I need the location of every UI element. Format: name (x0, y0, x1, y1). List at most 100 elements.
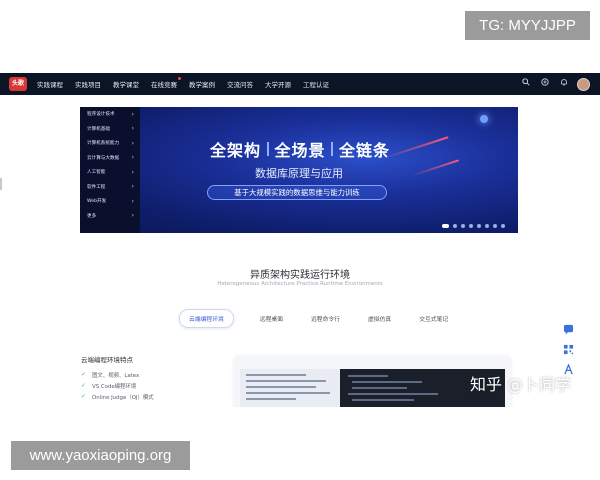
headline-divider (266, 142, 269, 156)
nav-label: 工程认证 (303, 81, 329, 89)
watermark-top: TG: MYYJJPP (465, 11, 590, 40)
category-item[interactable]: 更多 › (80, 209, 140, 224)
carousel-dot[interactable] (442, 224, 449, 228)
nav-label: 实践项目 (75, 81, 101, 89)
carousel-dot[interactable] (493, 224, 497, 228)
feature-label: VS Code编程环境 (92, 383, 137, 390)
code-line (352, 381, 422, 383)
category-item[interactable]: 软件工程 › (80, 180, 140, 195)
nav-item-practice-projects[interactable]: 实践项目 (75, 79, 101, 89)
nav-item-competition[interactable]: 在线竞赛 (151, 77, 181, 89)
tab-notebook[interactable]: 交互式笔记 (419, 314, 448, 323)
nav-item-cases[interactable]: 教学案例 (189, 79, 215, 89)
nav-label: 教学案例 (189, 81, 215, 89)
banner-subtitle: 数据库原理与应用 (255, 167, 343, 180)
scroll-indicator (0, 178, 2, 190)
category-item[interactable]: 计算机系统能力 › (80, 136, 140, 151)
carousel-dot[interactable] (477, 224, 481, 228)
top-navbar: 头歌 实践课程 实践项目 教学课堂 在线竞赛 教学案例 交流问答 大学开源 工程… (0, 73, 600, 95)
nav-item-classroom[interactable]: 教学课堂 (113, 79, 139, 89)
nav-actions (514, 77, 590, 91)
qrcode-icon[interactable] (561, 344, 575, 358)
banner-tagline: 基于大规模实践的数据思维与能力训练 (207, 185, 387, 200)
category-label: 程序设计技术 (87, 112, 115, 118)
feature-label: Online Judge（OJ）模式 (92, 394, 154, 401)
text-line (246, 392, 330, 394)
nav-label: 在线竞赛 (151, 81, 177, 89)
headline-part: 全场景 (274, 141, 326, 160)
new-badge (178, 77, 181, 80)
chevron-right-icon: › (131, 139, 134, 147)
chevron-right-icon: › (131, 154, 134, 162)
ide-screenshot (240, 369, 505, 407)
tab-cloud-ide[interactable]: 云端编程环境 (179, 309, 234, 328)
tab-remote-cli[interactable]: 远程命令行 (311, 314, 340, 323)
section-title: 异质架构实践运行环境 (250, 270, 350, 281)
text-line (246, 380, 326, 382)
text-line (246, 398, 296, 400)
avatar[interactable] (577, 77, 590, 91)
feature-label: 图文、视频、Latex (92, 372, 140, 379)
category-label: 计算机系统能力 (87, 141, 120, 147)
text-line (246, 374, 306, 376)
category-label: 计算机基础 (87, 126, 110, 132)
category-item[interactable]: 计算机基础 › (80, 122, 140, 137)
carousel-dot[interactable] (469, 224, 473, 228)
carousel-dot[interactable] (485, 224, 489, 228)
carousel-dot[interactable] (501, 224, 505, 228)
chevron-right-icon: › (131, 183, 134, 191)
nav-item-certification[interactable]: 工程认证 (303, 79, 329, 89)
nav-item-qa[interactable]: 交流问答 (227, 79, 253, 89)
watermark-bottom: www.yaoxiaoping.org (11, 441, 190, 470)
nav-label: 教学课堂 (113, 81, 139, 89)
carousel-dot[interactable] (453, 224, 457, 228)
category-item[interactable]: Web开发 › (80, 194, 140, 209)
carousel-dot[interactable] (461, 224, 465, 228)
category-item[interactable]: 云计算与大数据 › (80, 151, 140, 166)
check-icon: ✓ (81, 371, 87, 378)
code-line (352, 387, 407, 389)
text-line (246, 386, 316, 388)
feature-item: ✓ Online Judge（OJ）模式 (81, 391, 154, 402)
tab-remote-desktop[interactable]: 远程桌面 (260, 314, 283, 323)
check-icon: ✓ (81, 382, 87, 389)
search-icon[interactable] (519, 77, 533, 91)
category-item[interactable]: 程序设计技术 › (80, 107, 140, 122)
environment-tabs: 云端编程环境 远程桌面 远程命令行 虚拟仿真 交互式笔记 (179, 309, 476, 328)
screenshot: 头歌 实践课程 实践项目 教学课堂 在线竞赛 教学案例 交流问答 大学开源 工程… (0, 73, 600, 407)
category-label: 软件工程 (87, 184, 106, 190)
nav-menu: 实践课程 实践项目 教学课堂 在线竞赛 教学案例 交流问答 大学开源 工程认证 (37, 77, 341, 89)
feature-item: ✓ VS Code编程环境 (81, 380, 154, 391)
nav-label: 交流问答 (227, 81, 253, 89)
site-logo[interactable]: 头歌 (9, 77, 27, 91)
nav-label: 大学开源 (265, 81, 291, 89)
nav-item-practice-courses[interactable]: 实践课程 (37, 79, 63, 89)
section-subtitle: Heterogeneous Architecture Practice Runt… (217, 281, 383, 287)
chevron-right-icon: › (131, 212, 134, 220)
ide-task-panel (240, 369, 340, 407)
chevron-right-icon: › (131, 197, 134, 205)
feature-item: ✓ 图文、视频、Latex (81, 369, 154, 380)
nav-item-open-source[interactable]: 大学开源 (265, 79, 291, 89)
bell-icon[interactable] (557, 77, 571, 91)
code-line (348, 375, 388, 377)
banner-headline: 全架构 全场景 全链条 (210, 139, 390, 160)
check-icon: ✓ (81, 393, 87, 400)
nav-label: 实践课程 (37, 81, 63, 89)
headline-part: 全架构 (210, 141, 262, 160)
tab-virtual-simulation[interactable]: 虚拟仿真 (368, 314, 391, 323)
chevron-right-icon: › (131, 110, 134, 118)
plus-circle-icon[interactable] (538, 77, 552, 91)
category-label: 云计算与大数据 (87, 155, 120, 161)
category-label: Web开发 (87, 199, 107, 205)
code-line (352, 399, 414, 401)
carousel-indicators (442, 224, 509, 228)
chat-icon[interactable] (561, 324, 575, 338)
code-line (348, 393, 438, 395)
category-label: 更多 (87, 213, 97, 219)
headline-part: 全链条 (338, 141, 390, 160)
zhihu-watermark: 知乎 @卜同学 (470, 375, 572, 394)
hero-banner[interactable]: 程序设计技术 › 计算机基础 › 计算机系统能力 › 云计算与大数据 › 人工智能 › 软… (80, 107, 518, 233)
features-list: ✓ 图文、视频、Latex ✓ VS Code编程环境 ✓ Online Judge（… (81, 369, 154, 402)
features-title: 云端编程环境特点 (81, 356, 133, 364)
